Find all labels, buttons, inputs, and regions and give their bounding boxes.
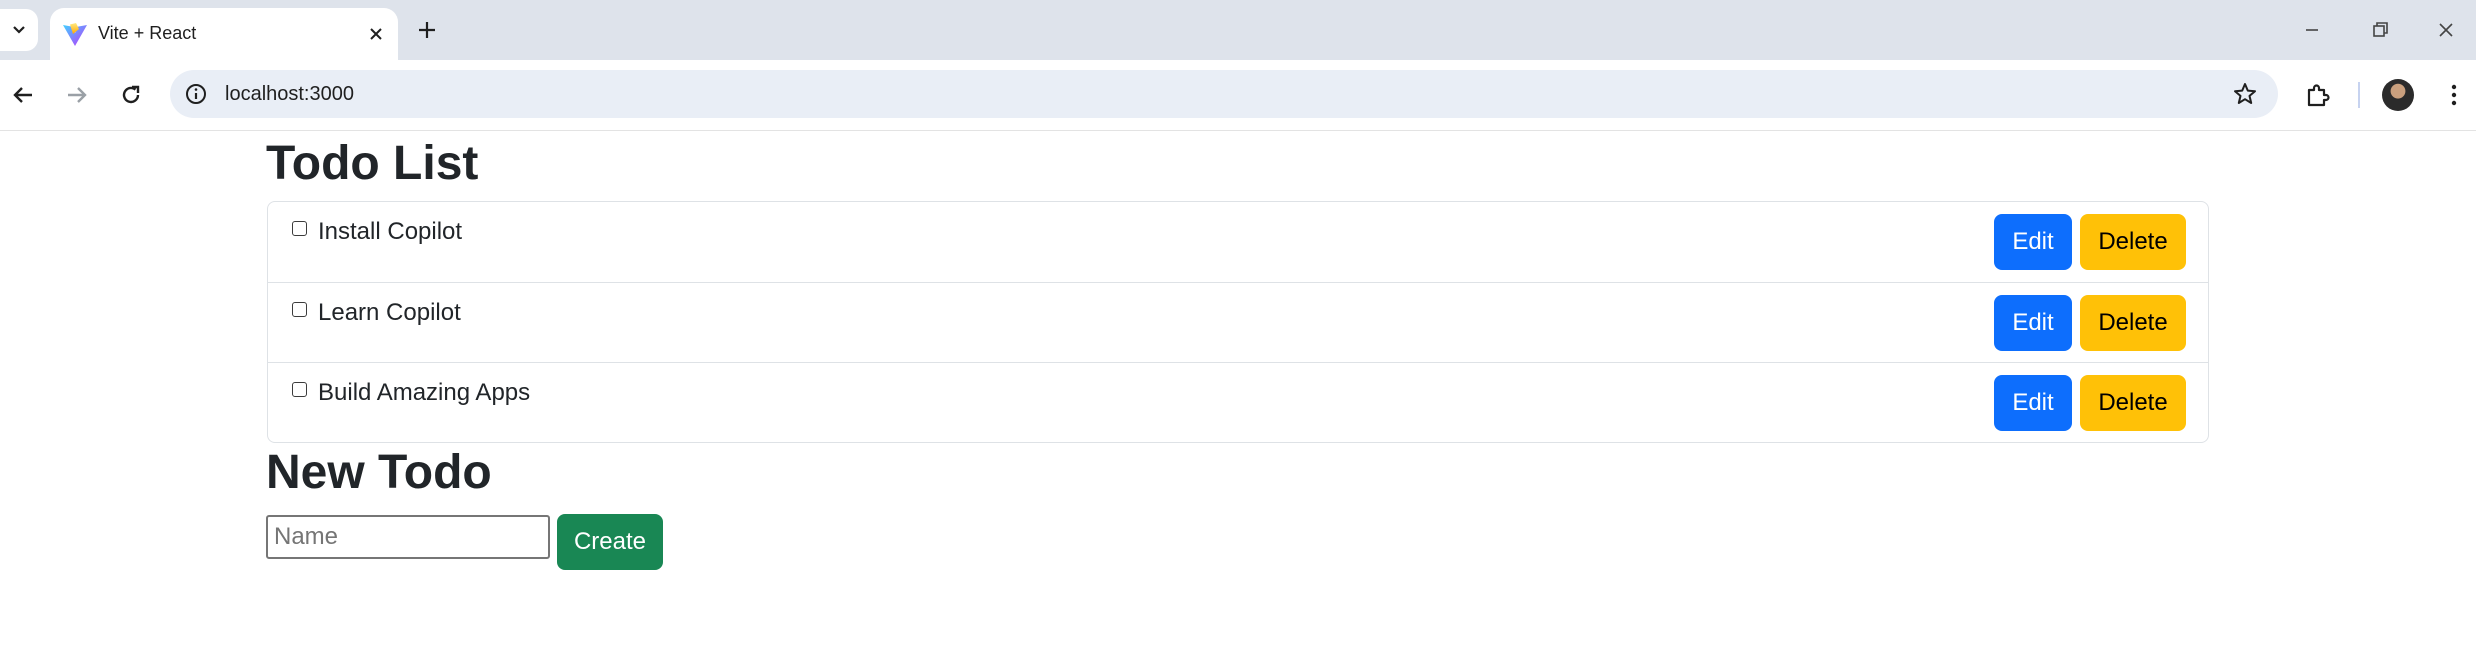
tab-title: Vite + React [98,23,197,43]
todo-item: Learn Copilot Edit Delete [268,282,2208,362]
more-menu-icon[interactable] [2438,79,2470,111]
todo-checkbox[interactable] [292,221,307,236]
minimize-icon[interactable] [2298,16,2326,44]
browser-toolbar: localhost:3000 [0,60,2476,131]
edit-button[interactable]: Edit [1994,295,2072,351]
todo-item: Build Amazing Apps Edit Delete [268,362,2208,442]
todo-name-input[interactable] [266,515,550,559]
delete-button[interactable]: Delete [2080,375,2186,431]
edit-button[interactable]: Edit [1994,214,2072,270]
close-window-icon[interactable] [2432,16,2460,44]
tab-search-button[interactable] [0,9,38,51]
todo-checkbox[interactable] [292,302,307,317]
reload-icon[interactable] [116,80,146,110]
todo-list: Install Copilot Edit Delete Learn Copilo… [267,201,2209,443]
toolbar-separator [2358,82,2360,108]
vite-logo-icon [63,23,87,46]
todo-label: Install Copilot [318,218,463,245]
todo-label: Learn Copilot [318,299,461,326]
back-arrow-icon[interactable] [8,80,38,110]
restore-icon[interactable] [2366,16,2394,44]
site-info-icon[interactable] [184,82,208,106]
todo-item: Install Copilot Edit Delete [268,202,2208,282]
new-tab-icon[interactable] [414,17,440,43]
delete-button[interactable]: Delete [2080,295,2186,351]
delete-button[interactable]: Delete [2080,214,2186,270]
url-text: localhost:3000 [225,83,354,105]
todo-checkbox[interactable] [292,382,307,397]
profile-avatar[interactable] [2382,79,2414,111]
page-title: Todo List [266,137,479,190]
new-todo-heading: New Todo [266,446,492,499]
edit-button[interactable]: Edit [1994,375,2072,431]
close-icon[interactable] [366,24,386,44]
todo-label: Build Amazing Apps [318,379,531,406]
address-bar[interactable]: localhost:3000 [170,70,2278,118]
extensions-puzzle-icon[interactable] [2302,79,2334,111]
bookmark-star-icon[interactable] [2232,81,2258,107]
browser-tab[interactable]: Vite + React [50,8,398,60]
tab-strip: Vite + React [0,0,2476,60]
chevron-down-icon [13,26,25,34]
create-button[interactable]: Create [557,514,663,570]
forward-arrow-icon[interactable] [62,80,92,110]
